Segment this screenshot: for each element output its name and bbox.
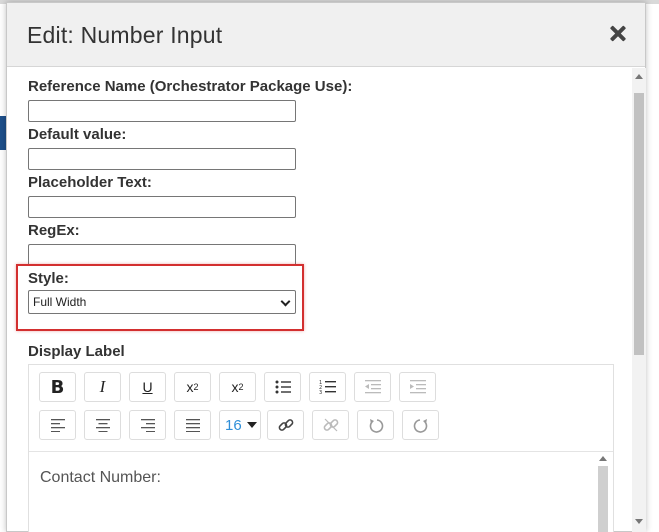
undo-icon[interactable]	[357, 410, 394, 440]
dialog-scrollbar[interactable]	[632, 68, 646, 532]
regex-input[interactable]	[28, 244, 296, 266]
style-label: Style:	[28, 270, 69, 287]
scroll-up-icon[interactable]	[599, 456, 607, 461]
display-label-heading: Display Label	[28, 343, 125, 360]
subscript-icon[interactable]: x2	[219, 372, 256, 402]
reference-name-input[interactable]	[28, 100, 296, 122]
default-value-input[interactable]	[28, 148, 296, 170]
link-icon[interactable]	[267, 410, 304, 440]
default-value-label: Default value:	[28, 126, 127, 143]
style-select[interactable]: Full Width	[28, 290, 296, 314]
chevron-down-icon	[280, 296, 291, 307]
dialog-title: Edit: Number Input	[27, 22, 223, 48]
editor-content-area[interactable]: Contact Number:	[29, 451, 613, 532]
reference-name-label: Reference Name (Orchestrator Package Use…	[28, 78, 353, 95]
redo-icon[interactable]	[402, 410, 439, 440]
editor-toolbar: B I U x2 x2 123 16	[29, 365, 613, 449]
editor-scroll-thumb[interactable]	[598, 466, 608, 532]
align-right-icon[interactable]	[129, 410, 166, 440]
align-center-icon[interactable]	[84, 410, 121, 440]
italic-icon[interactable]: I	[84, 372, 121, 402]
bold-icon[interactable]: B	[39, 372, 76, 402]
font-size-dropdown[interactable]: 16	[219, 410, 261, 440]
numbered-list-icon[interactable]: 123	[309, 372, 346, 402]
rich-text-editor: B I U x2 x2 123 16 Contact Number:	[28, 364, 614, 532]
placeholder-text-input[interactable]	[28, 196, 296, 218]
outdent-icon[interactable]	[354, 372, 391, 402]
superscript-icon[interactable]: x2	[174, 372, 211, 402]
font-size-value: 16	[225, 416, 242, 434]
bullet-list-icon[interactable]	[264, 372, 301, 402]
indent-icon[interactable]	[399, 372, 436, 402]
placeholder-text-label: Placeholder Text:	[28, 174, 152, 191]
style-select-value: Full Width	[33, 295, 87, 309]
caret-down-icon	[246, 422, 257, 428]
align-left-icon[interactable]	[39, 410, 76, 440]
scroll-down-icon[interactable]	[635, 519, 643, 524]
scroll-up-icon[interactable]	[635, 74, 643, 79]
dialog-scroll-thumb[interactable]	[634, 93, 644, 355]
dialog-header: Edit: Number Input	[7, 3, 645, 67]
dialog-body: Reference Name (Orchestrator Package Use…	[7, 68, 632, 532]
close-icon[interactable]	[607, 23, 629, 45]
editor-text[interactable]: Contact Number:	[40, 469, 161, 487]
justify-icon[interactable]	[174, 410, 211, 440]
svg-text:3: 3	[319, 390, 322, 395]
regex-label: RegEx:	[28, 222, 80, 239]
unlink-icon[interactable]	[312, 410, 349, 440]
editor-scrollbar[interactable]	[597, 452, 609, 532]
underline-icon[interactable]: U	[129, 372, 166, 402]
edit-dialog: Edit: Number Input Reference Name (Orche…	[6, 2, 646, 532]
